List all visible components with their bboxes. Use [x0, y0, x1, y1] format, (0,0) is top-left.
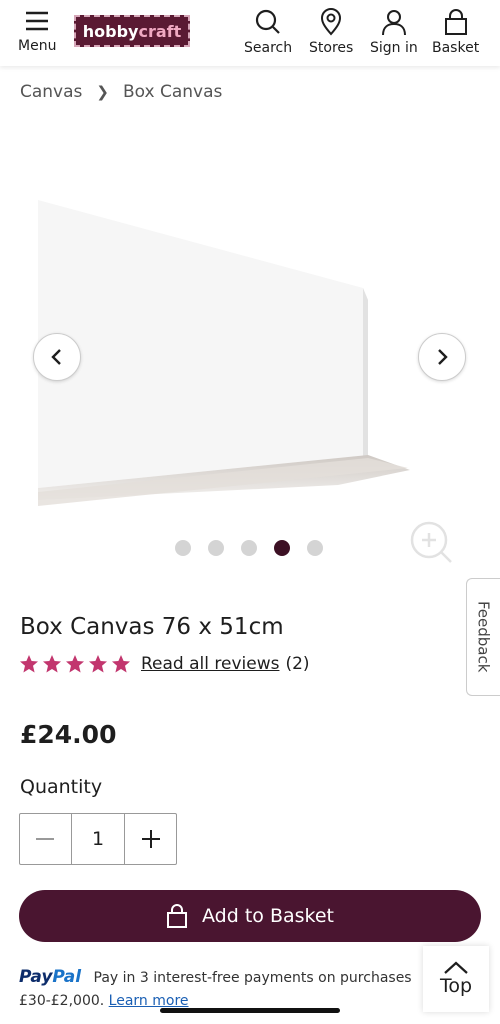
- basket-label: Basket: [432, 40, 480, 56]
- minus-icon: [36, 838, 55, 840]
- read-reviews-link[interactable]: Read all reviews: [141, 654, 279, 674]
- reviews-count: (2): [285, 654, 310, 674]
- breadcrumb-item-box-canvas[interactable]: Box Canvas: [123, 82, 222, 102]
- gallery-dot[interactable]: [241, 540, 257, 556]
- search-icon: [255, 9, 280, 34]
- breadcrumb: Canvas ❯ Box Canvas: [20, 82, 222, 102]
- paypal-logo-text-2: Pal: [52, 967, 82, 987]
- site-header: Menu hobby craft Search Stores Sign in Ba…: [0, 0, 500, 66]
- learn-more-link[interactable]: Learn more: [109, 993, 189, 1009]
- quantity-stepper: 1: [19, 813, 177, 865]
- product-image: [38, 200, 410, 506]
- decrease-quantity-button[interactable]: [20, 814, 71, 864]
- home-indicator: [160, 1008, 340, 1013]
- next-image-button[interactable]: [418, 333, 466, 381]
- zoom-icon[interactable]: [409, 520, 453, 564]
- star-icon: [66, 655, 84, 673]
- search-button[interactable]: Search: [244, 8, 292, 56]
- hobbycraft-logo[interactable]: hobby craft: [74, 15, 190, 47]
- product-rating: Read all reviews (2): [19, 654, 310, 674]
- chevron-right-icon: ❯: [96, 83, 109, 101]
- paypal-message: PayPal Pay in 3 interest-free payments o…: [19, 966, 429, 1013]
- gallery-dot[interactable]: [175, 540, 191, 556]
- previous-image-button[interactable]: [33, 333, 81, 381]
- quantity-input[interactable]: 1: [70, 814, 126, 864]
- feedback-tab[interactable]: Feedback: [466, 578, 500, 696]
- stores-label: Stores: [309, 40, 354, 56]
- user-icon: [381, 10, 406, 36]
- rating-stars: [19, 654, 131, 674]
- search-label: Search: [244, 40, 293, 56]
- menu-label: Menu: [18, 38, 57, 54]
- quantity-label: Quantity: [20, 776, 103, 798]
- gallery-dot-active[interactable]: [274, 540, 290, 556]
- increase-quantity-button[interactable]: [125, 814, 176, 864]
- chevron-up-icon: [444, 961, 468, 974]
- gallery-dots: [175, 540, 323, 556]
- product-price: £24.00: [20, 720, 117, 749]
- product-title: Box Canvas 76 x 51cm: [20, 614, 284, 640]
- basket-button[interactable]: Basket: [432, 8, 479, 56]
- paypal-logo-text: Pay: [19, 967, 53, 987]
- star-icon: [43, 655, 61, 673]
- back-to-top-button[interactable]: Top: [423, 946, 489, 1012]
- logo-text-craft: craft: [138, 21, 182, 41]
- gallery-dot[interactable]: [307, 540, 323, 556]
- gallery-dot[interactable]: [208, 540, 224, 556]
- logo-text: hobby: [82, 21, 139, 41]
- top-label: Top: [439, 975, 473, 997]
- feedback-label: Feedback: [474, 601, 493, 673]
- star-icon: [20, 655, 38, 673]
- add-to-basket-label: Add to Basket: [202, 905, 334, 927]
- sign-in-label: Sign in: [370, 40, 418, 56]
- add-to-basket-button[interactable]: Add to Basket: [19, 890, 481, 942]
- plus-icon: [141, 830, 160, 848]
- chevron-right-icon: [438, 349, 448, 365]
- chevron-left-icon: [51, 349, 61, 365]
- basket-icon: [167, 904, 187, 928]
- sign-in-button[interactable]: Sign in: [370, 8, 418, 56]
- hamburger-icon: [26, 11, 49, 31]
- menu-button[interactable]: Menu: [18, 8, 56, 54]
- stores-button[interactable]: Stores: [309, 8, 353, 56]
- paypal-logo: PayPal: [19, 967, 81, 987]
- star-icon: [112, 655, 130, 673]
- location-pin-icon: [321, 8, 342, 36]
- breadcrumb-item-canvas[interactable]: Canvas: [20, 82, 82, 102]
- basket-icon: [444, 9, 467, 35]
- star-icon: [89, 655, 107, 673]
